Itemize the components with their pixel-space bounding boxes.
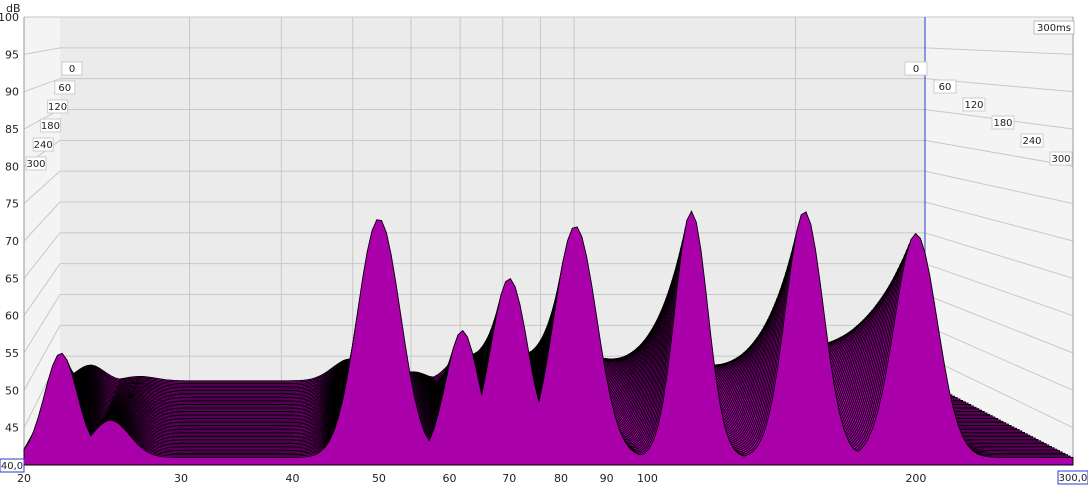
z-tick-right: 120 xyxy=(962,97,986,112)
svg-text:300: 300 xyxy=(1051,154,1070,165)
x-max-box: 300,0 xyxy=(1057,470,1088,485)
svg-text:180: 180 xyxy=(993,118,1012,129)
x-tick-label: 80 xyxy=(554,472,568,485)
y-tick-label: 55 xyxy=(5,347,19,360)
y-tick-label: 45 xyxy=(5,422,19,435)
x-tick-label: 30 xyxy=(174,472,188,485)
z-tick-left: 180 xyxy=(39,118,61,133)
y-tick-label: 60 xyxy=(5,310,19,323)
waterfall-chart: dB455055606570758085909510020 30 40 50 60 70 8… xyxy=(0,0,1088,486)
x-tick-label: 200 xyxy=(905,472,926,485)
z-tick-left: 60 xyxy=(54,80,76,95)
y-tick-label: 50 xyxy=(5,384,19,397)
svg-text:300: 300 xyxy=(26,159,45,170)
svg-text:0: 0 xyxy=(69,64,75,75)
svg-text:240: 240 xyxy=(34,140,53,151)
x-tick-label: 70 xyxy=(502,472,516,485)
svg-text:60: 60 xyxy=(58,83,71,94)
svg-text:60: 60 xyxy=(939,82,952,93)
svg-text:300ms: 300ms xyxy=(1037,23,1071,34)
z-tick-right: 240 xyxy=(1020,133,1044,148)
y-min-box: 40,0 xyxy=(0,458,25,473)
svg-text:40,0: 40,0 xyxy=(1,461,23,472)
x-tick-label: 90 xyxy=(600,472,614,485)
x-tick-label: 40 xyxy=(285,472,299,485)
z-tick-left: 240 xyxy=(32,137,54,152)
z-tick-right: 0 xyxy=(904,61,928,76)
x-tick-label: 60 xyxy=(443,472,457,485)
svg-text:0: 0 xyxy=(913,64,919,75)
x-tick-label: 100 xyxy=(637,472,658,485)
y-tick-label: 85 xyxy=(5,123,19,136)
y-tick-label: 90 xyxy=(5,86,19,99)
z-tick-right: 60 xyxy=(933,79,957,94)
svg-text:180: 180 xyxy=(41,121,60,132)
y-tick-label: 80 xyxy=(5,160,19,173)
z-tick-left: 0 xyxy=(61,61,83,76)
y-tick-label: 95 xyxy=(5,48,19,61)
y-tick-label: 100 xyxy=(0,11,19,24)
x-tick-label: 50 xyxy=(372,472,386,485)
z-tick-left: 120 xyxy=(47,99,69,114)
svg-text:300,0: 300,0 xyxy=(1059,473,1088,484)
y-tick-label: 70 xyxy=(5,235,19,248)
y-tick-label: 75 xyxy=(5,198,19,211)
z-max-box: 300ms xyxy=(1033,20,1075,35)
y-tick-label: 65 xyxy=(5,272,19,285)
z-tick-left: 300 xyxy=(25,156,47,171)
z-tick-right: 300 xyxy=(1049,151,1073,166)
svg-text:120: 120 xyxy=(48,102,67,113)
svg-text:120: 120 xyxy=(964,100,983,111)
z-tick-right: 180 xyxy=(991,115,1015,130)
svg-text:240: 240 xyxy=(1022,136,1041,147)
x-tick-label: 20 xyxy=(17,472,31,485)
